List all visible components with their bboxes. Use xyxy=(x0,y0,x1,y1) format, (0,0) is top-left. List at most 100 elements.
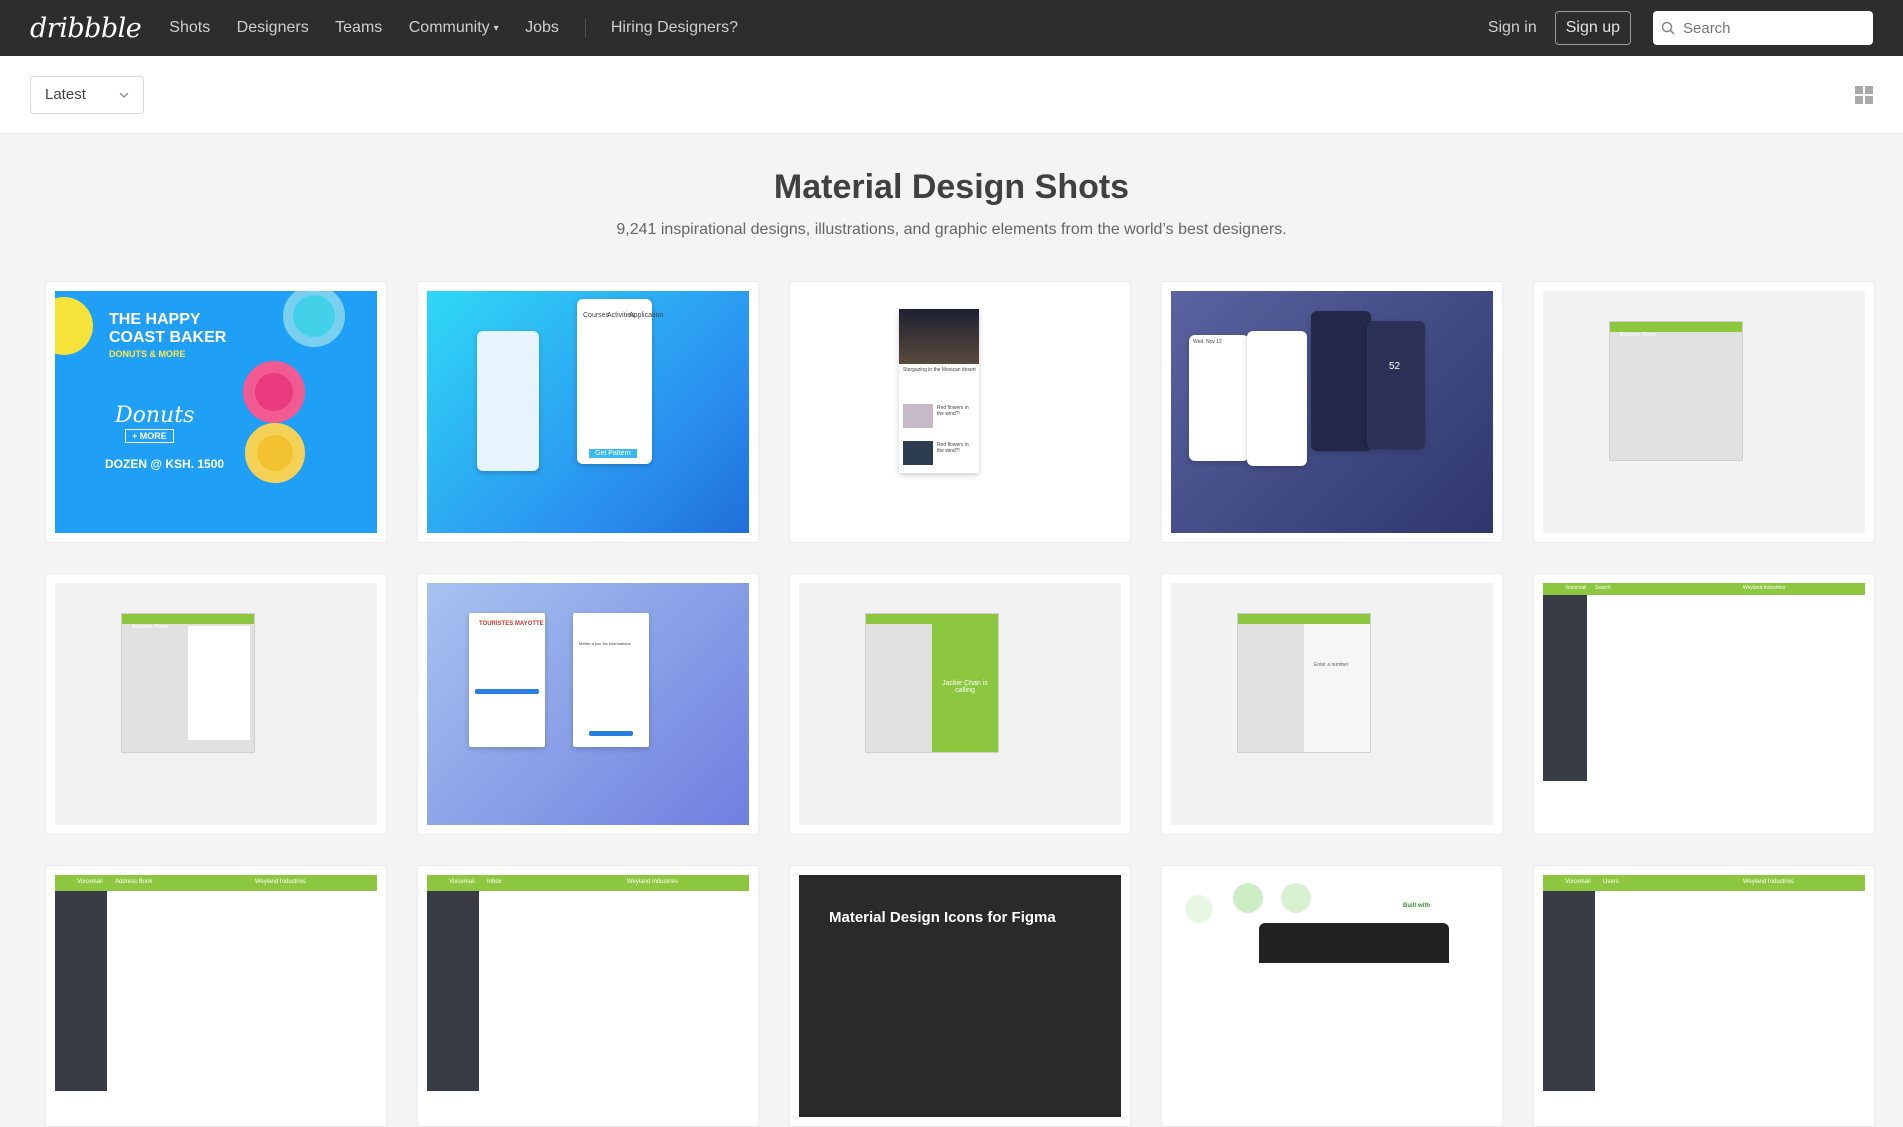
search-box[interactable] xyxy=(1653,11,1873,45)
shot-thumbnail[interactable]: Voicemail Users Weyland Industries xyxy=(1543,875,1865,1117)
shot-card[interactable]: Voicemail Inbox Weyland Industries xyxy=(417,865,759,1127)
nav-community[interactable]: Community ▾ xyxy=(409,19,499,37)
top-nav: dribbble Shots Designers Teams Community… xyxy=(0,0,1903,56)
shot-card[interactable]: Business Phone xyxy=(45,573,387,835)
dialog-mockup: Business Phone xyxy=(121,613,255,753)
form-title: Mettre à jour les informations xyxy=(579,641,631,646)
filter-bar: Latest xyxy=(0,56,1903,134)
phone-mockup: Mettre à jour les informations xyxy=(573,613,649,747)
shot-thumbnail[interactable]: Voicemail Search Weyland Industries xyxy=(1543,583,1865,825)
nav-community-label: Community xyxy=(408,19,490,37)
shot-thumbnail[interactable]: Business Phone xyxy=(1543,291,1865,533)
dialpad-panel: Enter a number xyxy=(1304,624,1370,752)
shot-card[interactable]: Wed, Nov 12 52 xyxy=(1161,281,1503,543)
shots-grid: THE HAPPY COAST BAKER DONUTS & MORE Donu… xyxy=(45,281,1903,1127)
app-header: Voicemail Address Book Weyland Industrie… xyxy=(55,875,377,891)
shot-thumbnail[interactable]: Voicemail Inbox Weyland Industries xyxy=(427,875,749,1117)
sign-up-button[interactable]: Sign up xyxy=(1554,11,1631,45)
section-name: Search xyxy=(1595,585,1611,591)
flower-illustration xyxy=(1233,883,1263,913)
shot-card[interactable]: Enter a number xyxy=(1161,573,1503,835)
section-name: Address Book xyxy=(115,879,153,885)
caller-text: Jackie Chan is calling xyxy=(942,680,988,694)
tab-label: Courses xyxy=(583,312,610,319)
phone-mockup: Wed, Nov 12 xyxy=(1189,335,1249,461)
card-title: Red flowers in the wind?! xyxy=(937,405,969,417)
photo-night-sky xyxy=(899,309,979,364)
phone-mockup xyxy=(1311,311,1371,451)
shot-thumbnail[interactable]: Courses Activities Application Get Patte… xyxy=(427,291,749,533)
device-frame xyxy=(1259,923,1449,963)
phone-mockup xyxy=(1247,331,1307,466)
sort-select[interactable]: Latest xyxy=(30,75,144,114)
shot-thumbnail[interactable]: Jackie Chan is calling xyxy=(799,583,1121,825)
nav-divider xyxy=(585,18,587,37)
donut-illustration xyxy=(283,291,345,347)
dialog-titlebar xyxy=(866,614,998,624)
shot-card[interactable]: Business Phone xyxy=(1533,281,1875,543)
dialog-mockup: Business Phone xyxy=(1609,321,1743,461)
shot-text: Donuts xyxy=(115,403,195,428)
shot-text: DONUTS & MORE xyxy=(109,349,186,359)
shot-thumbnail[interactable]: TOURISTES MAYOTTE Mettre à jour les info… xyxy=(427,583,749,825)
nav-designers[interactable]: Designers xyxy=(237,19,309,37)
shot-thumbnail[interactable]: Enter a number xyxy=(1171,583,1493,825)
flower-illustration xyxy=(1281,883,1311,913)
grid-view-icon[interactable] xyxy=(1855,85,1873,104)
stat-number: 52 xyxy=(1389,361,1401,372)
app-name: Voicemail xyxy=(449,879,475,885)
sign-in-link[interactable]: Sign in xyxy=(1488,19,1537,37)
sort-select-value: Latest xyxy=(45,86,86,103)
phone-mockup: Courses Activities Application Get Patte… xyxy=(577,299,663,464)
card-title: Red flowers in the wind?! xyxy=(937,442,969,454)
shot-thumbnail[interactable]: Stargazing in the Mexican desert Red flo… xyxy=(799,291,1121,533)
shot-card[interactable]: Jackie Chan is calling xyxy=(789,573,1131,835)
shot-card[interactable]: Voicemail Search Weyland Industries xyxy=(1533,573,1875,835)
section-name: Users xyxy=(1603,879,1619,885)
shot-text: THE HAPPY xyxy=(109,311,201,328)
nav-hiring-designers[interactable]: Hiring Designers? xyxy=(611,19,738,37)
org-name: Weyland Industries xyxy=(255,879,306,885)
shot-card[interactable]: THE HAPPY COAST BAKER DONUTS & MORE Donu… xyxy=(45,281,387,543)
nav-jobs[interactable]: Jobs xyxy=(525,19,559,37)
photo-flowers xyxy=(903,404,933,428)
shot-card[interactable]: Voicemail Address Book Weyland Industrie… xyxy=(45,865,387,1127)
dialog-title: Business Phone xyxy=(1620,332,1657,338)
app-name: Voicemail xyxy=(77,879,103,885)
phone-mockup: 52 xyxy=(1367,321,1425,449)
nav-shots[interactable]: Shots xyxy=(169,19,210,37)
app-header: Voicemail Search Weyland Industries xyxy=(1543,583,1865,595)
org-name: Weyland Industries xyxy=(1743,879,1794,885)
flower-illustration xyxy=(1185,895,1213,923)
org-name: Weyland Industries xyxy=(627,879,678,885)
shot-card[interactable]: Material Design Icons for Figma xyxy=(789,865,1131,1127)
shot-card[interactable]: Voicemail Users Weyland Industries xyxy=(1533,865,1875,1127)
app-sidebar xyxy=(1543,595,1587,781)
app-header: Voicemail Inbox Weyland Industries xyxy=(427,875,749,891)
dialog-titlebar: Business Phone xyxy=(1610,322,1742,338)
nav-teams[interactable]: Teams xyxy=(335,19,382,37)
shot-card[interactable]: Stargazing in the Mexican desert Red flo… xyxy=(789,281,1131,543)
shot-thumbnail[interactable]: Built with xyxy=(1171,875,1493,1117)
date-label: Wed, Nov 12 xyxy=(1193,339,1222,345)
shot-card[interactable]: Built with xyxy=(1161,865,1503,1127)
shot-thumbnail[interactable]: Voicemail Address Book Weyland Industrie… xyxy=(55,875,377,1117)
shot-card[interactable]: Courses Activities Application Get Patte… xyxy=(417,281,759,543)
shot-thumbnail[interactable]: THE HAPPY COAST BAKER DONUTS & MORE Donu… xyxy=(55,291,377,533)
app-sidebar xyxy=(55,891,107,1091)
phone-mockup xyxy=(477,331,539,471)
shot-card[interactable]: TOURISTES MAYOTTE Mettre à jour les info… xyxy=(417,573,759,835)
shot-thumbnail[interactable]: Wed, Nov 12 52 xyxy=(1171,291,1493,533)
shot-thumbnail[interactable]: Business Phone xyxy=(55,583,377,825)
search-icon xyxy=(1661,21,1675,35)
donut-illustration xyxy=(245,423,305,483)
app-name: Voicemail xyxy=(1565,879,1591,885)
page-header: Material Design Shots 9,241 inspirationa… xyxy=(0,134,1903,239)
phone-mockup: TOURISTES MAYOTTE xyxy=(469,613,545,747)
page-title: Material Design Shots xyxy=(773,168,1130,206)
dribbble-logo[interactable]: dribbble xyxy=(30,13,142,44)
shot-thumbnail[interactable]: Material Design Icons for Figma xyxy=(799,875,1121,1117)
app-sidebar xyxy=(427,891,479,1091)
search-input[interactable] xyxy=(1681,18,1865,38)
primary-button xyxy=(589,731,633,736)
